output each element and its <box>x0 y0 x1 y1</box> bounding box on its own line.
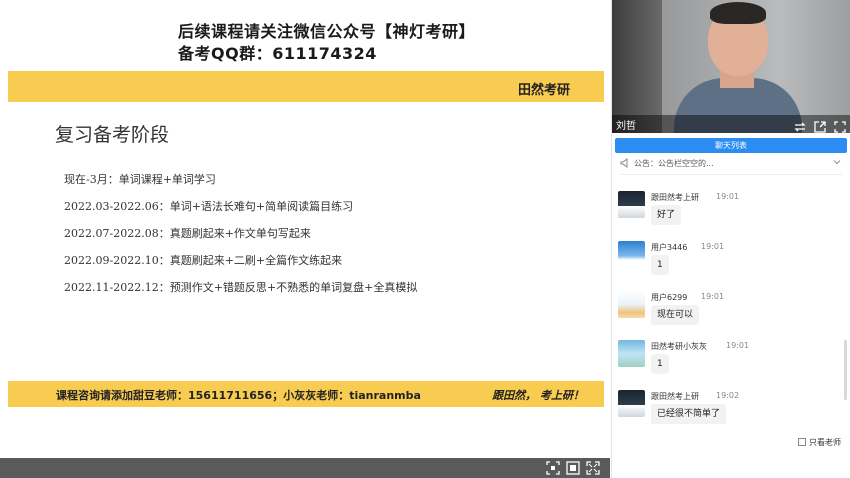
message-bubble: 好了 <box>651 205 682 225</box>
chat-message: 用户3446 19:01 1 <box>618 241 843 289</box>
player-control-bar <box>0 458 610 478</box>
slide-title: 复习备考阶段 <box>55 124 170 146</box>
plan-item: 2022.03-2022.06：单词+语法长难句+简单阅读篇目练习 <box>64 200 354 213</box>
plan-item: 现在-3月：单词课程+单词学习 <box>64 173 216 186</box>
host-name: 刘哲 <box>616 121 636 132</box>
announcement-text: 公告：公告栏空空的... <box>634 159 714 168</box>
only-teacher-label: 只看老师 <box>809 438 841 447</box>
avatar[interactable] <box>618 291 645 318</box>
popout-icon[interactable] <box>814 118 826 133</box>
slogan: 跟田然， 考上研！ <box>492 389 584 402</box>
message-time: 19:01 <box>701 292 725 301</box>
message-username: 用户3446 <box>651 243 688 252</box>
message-time: 19:01 <box>716 192 740 201</box>
slide-footer-bar: 课程咨询请添加甜豆老师：15611711656；小灰灰老师：tianranmba… <box>8 381 604 407</box>
tab-chat-list-label: 聊天列表 <box>715 141 747 150</box>
only-teacher-toggle[interactable]: 只看老师 <box>798 437 846 449</box>
chat-message: 田然考研小灰灰 19:01 1 <box>618 340 843 388</box>
message-bubble: 已经很不简单了 <box>651 404 727 424</box>
message-username: 田然考研小灰灰 <box>651 342 707 351</box>
side-panel: 刘哲 聊天列表 公告：公告栏空空的... 跟田然考上研 19:01 好了 用户3… <box>611 0 850 478</box>
only-teacher-checkbox[interactable] <box>798 438 806 446</box>
message-username: 跟田然考上研 <box>651 193 699 202</box>
chat-scrollbar[interactable] <box>844 340 847 400</box>
tab-chat-list[interactable]: 聊天列表 <box>615 138 847 153</box>
megaphone-icon <box>620 158 630 168</box>
plan-item: 2022.09-2022.10：真题刷起来+二刷+全篇作文练起来 <box>64 254 343 267</box>
teacher-video[interactable]: 刘哲 <box>612 0 850 133</box>
avatar[interactable] <box>618 191 645 218</box>
message-time: 19:01 <box>726 341 750 350</box>
contact-info: 课程咨询请添加甜豆老师：15611711656；小灰灰老师：tianranmba <box>56 389 421 402</box>
promo-wechat: 后续课程请关注微信公众号【神灯考研】 <box>178 22 476 41</box>
divider <box>620 174 842 175</box>
announcement-bar[interactable]: 公告：公告栏空空的... <box>620 157 842 171</box>
switch-icon[interactable] <box>794 118 806 132</box>
plan-list: 现在-3月：单词课程+单词学习 2022.03-2022.06：单词+语法长难句… <box>64 170 417 305</box>
chevron-down-icon[interactable] <box>832 157 842 167</box>
message-time: 19:01 <box>701 242 725 251</box>
promo-qq-group: 备考QQ群：611174324 <box>178 44 377 63</box>
plan-item: 2022.11-2022.12：预测作文+错题反思+不熟悉的单词复盘+全真模拟 <box>64 281 418 294</box>
avatar[interactable] <box>618 390 645 417</box>
message-username: 用户6299 <box>651 293 688 302</box>
video-person <box>710 2 766 24</box>
live-class-window: 后续课程请关注微信公众号【神灯考研】 备考QQ群：611174324 田然考研 … <box>0 0 850 478</box>
message-time: 19:02 <box>716 391 740 400</box>
message-bubble: 1 <box>651 255 669 275</box>
plan-item: 2022.07-2022.08：真题刷起来+作文单句写起来 <box>64 227 311 240</box>
fullscreen-icon[interactable] <box>586 461 600 475</box>
avatar[interactable] <box>618 241 645 268</box>
video-caption-bar: 刘哲 <box>612 115 850 133</box>
avatar[interactable] <box>618 340 645 367</box>
message-bubble: 现在可以 <box>651 305 700 325</box>
brand-label: 田然考研 <box>517 83 570 98</box>
chat-message: 跟田然考上研 19:02 已经很不简单了 <box>618 390 843 438</box>
slide-area: 后续课程请关注微信公众号【神灯考研】 备考QQ群：611174324 田然考研 … <box>0 0 610 458</box>
screenshot-icon[interactable] <box>546 461 560 475</box>
chat-message: 跟田然考上研 19:01 好了 <box>618 191 843 239</box>
slide-header-bar: 田然考研 <box>8 71 604 102</box>
video-curtain <box>612 0 662 133</box>
expand-icon[interactable] <box>834 118 846 133</box>
fit-screen-icon[interactable] <box>566 461 580 475</box>
message-username: 跟田然考上研 <box>651 392 699 401</box>
message-bubble: 1 <box>651 354 669 374</box>
chat-message: 用户6299 19:01 现在可以 <box>618 291 843 339</box>
